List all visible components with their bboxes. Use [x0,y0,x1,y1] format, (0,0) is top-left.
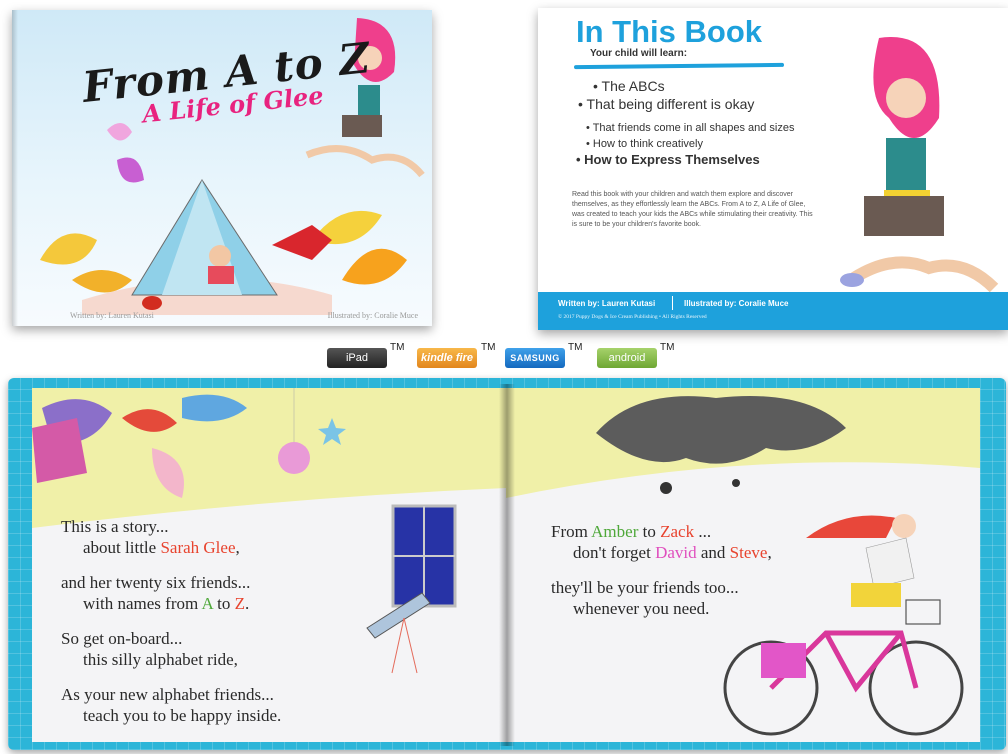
verse-line: with names from A to Z. [61,593,250,614]
learning-item: • The ABCs [593,78,665,94]
right-page: From Amber to Zack ... don't forget Davi… [506,388,980,742]
cloud-drop [732,479,740,487]
highlight-name: David [655,543,697,562]
verse-line: about little Sarah Glee, [61,537,240,558]
highlight-letter: A [201,594,213,613]
trademark: TM [660,342,675,353]
ipad-badge: iPad [327,348,387,368]
front-cover: From A to Z A Life of Glee Written by: L… [12,10,432,326]
verse-line: whenever you need. [573,599,710,618]
pink-bunny [152,448,184,498]
guitar [142,296,162,310]
legs [850,256,999,293]
back-intro: Your child will learn: [590,48,688,59]
text: and [696,543,730,562]
verse-line: So get on-board... [61,629,183,648]
footer-divider [672,296,673,310]
text: about little [83,538,161,557]
text: ... [694,522,712,541]
verse: This is a story... about little Sarah Gl… [61,516,240,558]
leaf-yellow-left [40,233,97,265]
highlight-name: Sarah Glee [160,538,236,557]
back-footer: Written by: Lauren Kutasi Illustrated by… [538,292,1008,330]
leaf-yellow-bottom [72,270,132,293]
highlight-letter: Z [234,594,245,613]
pink-quilt [32,418,87,483]
open-book-spread: This is a story... about little Sarah Gl… [8,378,1006,750]
top [886,138,926,193]
cover-illustrator: Illustrated by: Coralie Muce [327,311,418,320]
footer-copyright: © 2017 Puppy Dogs & Ice Cream Publishing… [558,314,707,320]
samsung-badge: SAMSUNG [505,348,565,368]
text: . [244,594,250,613]
verse-line: don't forget David and Steve, [551,542,772,563]
face [886,78,926,118]
gray-cloud [596,396,846,464]
sock-left [840,273,864,287]
rider-face [892,514,916,538]
footer-artist: Illustrated by: Coralie Muce [684,299,789,308]
back-cover: In This Book Your child will learn: • Th… [538,8,1008,330]
pink-satchel [761,643,806,678]
highlight-name: Amber [591,522,639,541]
leaf-orange-right [342,248,407,285]
verse-line: and her twenty six friends... [61,573,251,592]
learning-item: • That friends come in all shapes and si… [586,122,795,134]
trademark: TM [568,342,583,353]
blue-star [318,418,346,445]
purple-flower [117,157,144,183]
pink-ornament [278,442,310,474]
verse-line: This is a story... [61,517,169,536]
verse-line: As your new alphabet friends... [61,685,274,704]
rider-shorts [851,583,901,607]
text: don't forget [573,543,656,562]
kindle-fire-badge: kindle fire [417,348,477,368]
text: to [212,594,235,613]
trademark: TM [481,342,496,353]
shorts [864,196,944,236]
girl-top [358,85,380,115]
pink-flower [107,122,132,141]
verse: they'll be your friends too... whenever … [551,577,739,619]
girl-shorts [342,115,382,137]
child-face [209,245,231,267]
text: with names from [83,594,202,613]
text: , [767,543,772,562]
verse-line: this silly alphabet ride, [83,650,238,669]
back-girl-illustration [840,37,999,316]
back-heading: In This Book [576,14,762,49]
verse: So get on-board... this silly alphabet r… [61,628,238,670]
cover-author: Written by: Lauren Kutasi [70,311,154,320]
verse: As your new alphabet friends... teach yo… [61,684,281,726]
text: to [638,522,661,541]
highlight-name: Steve [729,543,768,562]
girl-legs [305,145,425,178]
red-bird [122,409,177,432]
badge-label: iPad [345,352,369,364]
trademark: TM [390,342,405,353]
verse: and her twenty six friends... with names… [61,572,250,614]
blue-cloud [182,394,247,422]
belt [884,190,930,197]
text: From [551,522,592,541]
cloud-drop [660,482,672,494]
left-page: This is a story... about little Sarah Gl… [32,388,506,742]
highlight-name: Zack [660,522,695,541]
android-badge: android [597,348,657,368]
verse-line: they'll be your friends too... [551,578,739,597]
footer-writer: Written by: Lauren Kutasi [558,299,656,308]
book-spine [499,384,515,746]
heading-underline [573,62,785,70]
open-book [208,266,234,284]
learning-item: • How to think creatively [586,138,703,150]
verse-line: From Amber to Zack ... [551,521,772,542]
back-description: Read this book with your children and wa… [572,191,813,228]
verse: From Amber to Zack ... don't forget Davi… [551,521,772,563]
text: , [235,538,240,557]
learning-item: • How to Express Themselves [576,152,760,167]
verse-line: teach you to be happy inside. [83,706,282,725]
learning-item: • That being different is okay [578,96,755,112]
right-page-illustration [506,396,980,742]
